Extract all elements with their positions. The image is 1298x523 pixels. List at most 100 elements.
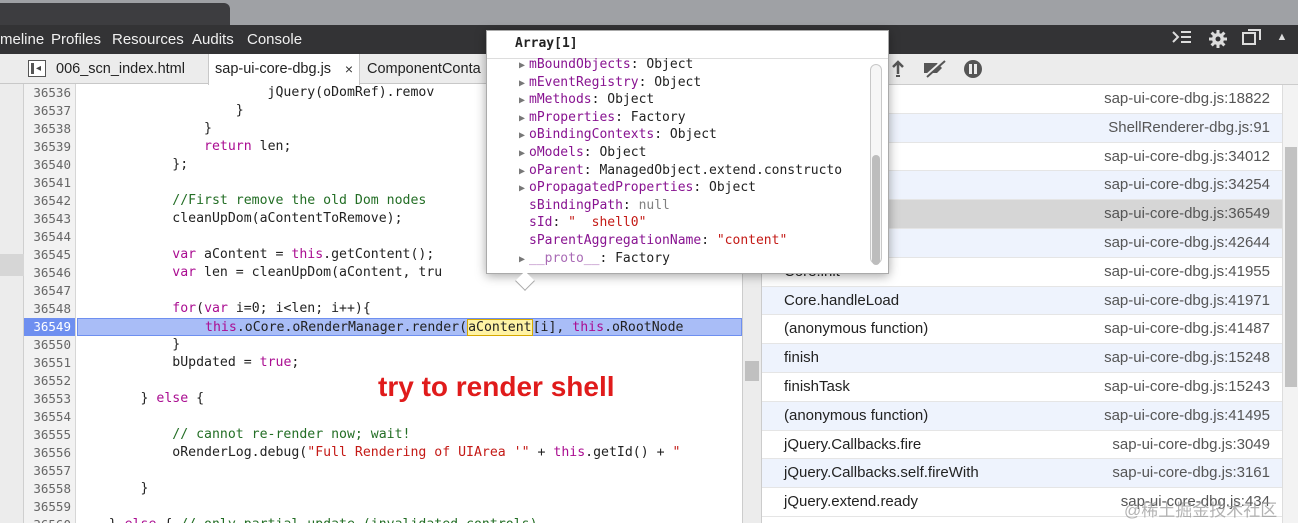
file-tab-component-container[interactable]: ComponentConta [367,54,487,84]
drawer-icon[interactable] [1170,28,1194,50]
line-number[interactable]: 36536 [24,84,75,102]
sidebar-scrollbar[interactable] [1282,85,1298,523]
property-separator: : [552,215,569,231]
dock-icon[interactable] [1240,28,1264,50]
property-row[interactable]: ▶ mEventRegistry: Object [487,74,869,92]
pause-on-exceptions-icon[interactable] [962,58,984,85]
line-number[interactable]: 36556 [24,444,75,462]
line-number[interactable]: 36547 [24,282,75,300]
call-frame-location[interactable]: sap-ui-core-dbg.js:41495 [1104,402,1270,430]
line-number[interactable]: 36543 [24,210,75,228]
call-frame-location[interactable]: sap-ui-core-dbg.js:18822 [1104,85,1270,113]
property-row[interactable]: ▶ mProperties: Factory [487,109,869,127]
line-number[interactable]: 36540 [24,156,75,174]
line-number[interactable]: 36546 [24,264,75,282]
deactivate-breakpoints-icon[interactable] [922,58,948,83]
call-frame[interactable]: jQuery.Callbacks.self.fireWith sap-ui-cor… [762,459,1282,489]
popover-scrollbar-thumb[interactable] [872,155,880,265]
call-frame-location[interactable]: sap-ui-core-dbg.js:34012 [1104,143,1270,171]
line-number[interactable]: 36542 [24,192,75,210]
line-number[interactable]: 36552 [24,372,75,390]
line-number[interactable]: 36544 [24,228,75,246]
line-number[interactable]: 36548 [24,300,75,318]
property-row[interactable]: ▶ oPropagatedProperties: Object [487,179,869,197]
call-frame[interactable]: jQuery.Callbacks.fire sap-ui-core-dbg.js:… [762,431,1282,460]
property-value: Object [599,144,647,160]
call-frame[interactable]: finishTask sap-ui-core-dbg.js:15243 [762,373,1282,402]
line-number[interactable]: 36558 [24,480,75,498]
code-token: this [205,320,237,335]
call-frame[interactable]: Core.handleLoad sap-ui-core-dbg.js:41971 [762,286,1282,316]
expand-triangle-icon[interactable]: ▶ [515,163,529,181]
code-token: { [188,391,205,406]
call-frame-location[interactable]: sap-ui-core-dbg.js:41955 [1104,258,1270,286]
line-number[interactable]: 36539 [24,138,75,156]
object-popover[interactable]: Array[1] ▶ mBoundObjects: Object ▶ mEventRe… [486,30,889,291]
line-number[interactable]: 36560 [24,516,75,523]
property-row[interactable]: ▶ oParent: ManagedObject.extend.construct… [487,162,869,180]
line-number[interactable]: 36550 [24,336,75,354]
code-token: jQuery(oDomRef).remov [77,85,435,100]
tab-console[interactable]: Console [247,31,302,48]
line-number[interactable]: 36554 [24,408,75,426]
expand-triangle-icon[interactable]: ▶ [515,92,529,110]
scrollbar-thumb[interactable] [745,361,759,381]
hovered-token[interactable]: aContent [467,319,533,336]
call-frame-location[interactable]: sap-ui-core-dbg.js:3049 [1112,431,1270,459]
line-number[interactable]: 36555 [24,426,75,444]
property-value: Object [709,180,756,196]
property-row[interactable]: ▶ __proto__: Factory [487,250,869,266]
line-number[interactable]: 36541 [24,174,75,192]
tab-audits[interactable]: Audits [192,31,234,48]
sidebar-scrollbar-thumb[interactable] [1285,147,1297,387]
call-frame[interactable]: (anonymous function) sap-ui-core-dbg.js:4… [762,401,1282,431]
expand-triangle-icon[interactable]: ▶ [515,75,529,93]
line-number[interactable]: 36559 [24,498,75,516]
property-row[interactable]: ▶ mBoundObjects: Object [487,56,869,74]
line-number[interactable]: 36557 [24,462,75,480]
code-token: "Full Rendering of UIArea '" [307,445,530,460]
file-tab-sap-ui-core[interactable]: sap-ui-core-dbg.js × [208,54,360,85]
call-frame-location[interactable]: sap-ui-core-dbg.js:41487 [1104,315,1270,343]
expand-triangle-icon[interactable]: ▶ [515,251,529,266]
call-frame-location[interactable]: sap-ui-core-dbg.js:15248 [1104,344,1270,372]
call-frame-location[interactable]: sap-ui-core-dbg.js:34254 [1104,171,1270,199]
call-frame-location[interactable]: sap-ui-core-dbg.js:3161 [1112,459,1270,487]
gear-icon[interactable] [1206,28,1230,50]
tab-resources[interactable]: Resources [112,31,184,48]
step-out-icon[interactable] [890,58,906,83]
call-frame-location[interactable]: sap-ui-core-dbg.js:41971 [1104,287,1270,315]
line-number[interactable]: 36551 [24,354,75,372]
call-frame-location[interactable]: sap-ui-core-dbg.js:42644 [1104,229,1270,257]
line-number[interactable]: 36545 [24,246,75,264]
line-number[interactable]: 36538 [24,120,75,138]
expand-triangle-icon[interactable]: ▶ [515,127,529,145]
expand-triangle-icon[interactable]: ▶ [515,110,529,128]
property-row[interactable]: ▶ mMethods: Object [487,91,869,109]
close-tab-icon[interactable]: × [345,54,353,84]
call-frame[interactable]: finish sap-ui-core-dbg.js:15248 [762,344,1282,373]
code-token: [i], [532,320,573,335]
file-tab-index[interactable]: 006_scn_index.html [56,54,206,84]
window-tab[interactable] [0,3,230,25]
call-frame-location[interactable]: sap-ui-core-dbg.js:36549 [1104,200,1270,228]
tab-timeline[interactable]: meline [0,31,44,48]
line-number[interactable]: 36553 [24,390,75,408]
toggle-navigator-button[interactable]: ◂ [28,60,46,77]
expand-triangle-icon[interactable]: ▶ [515,57,529,75]
line-number[interactable]: 36549 [24,318,75,336]
property-separator: : [591,92,608,108]
call-frame[interactable]: (anonymous function) sap-ui-core-dbg.js:4… [762,315,1282,345]
popover-scrollbar[interactable] [870,64,882,265]
code-token: .getContent(); [323,247,435,262]
property-row[interactable]: ▶ oModels: Object [487,144,869,162]
tab-profiles[interactable]: Profiles [51,31,101,48]
call-frame-location[interactable]: ShellRenderer-dbg.js:91 [1108,114,1270,142]
call-frame-location[interactable]: sap-ui-core-dbg.js:15243 [1104,373,1270,401]
expand-triangle-icon[interactable]: ▶ [515,145,529,163]
line-number[interactable]: 36537 [24,102,75,120]
property-row[interactable]: ▶ oBindingContexts: Object [487,126,869,144]
close-icon[interactable]: ▲ [1274,31,1290,53]
expand-triangle-icon[interactable]: ▶ [515,180,529,198]
